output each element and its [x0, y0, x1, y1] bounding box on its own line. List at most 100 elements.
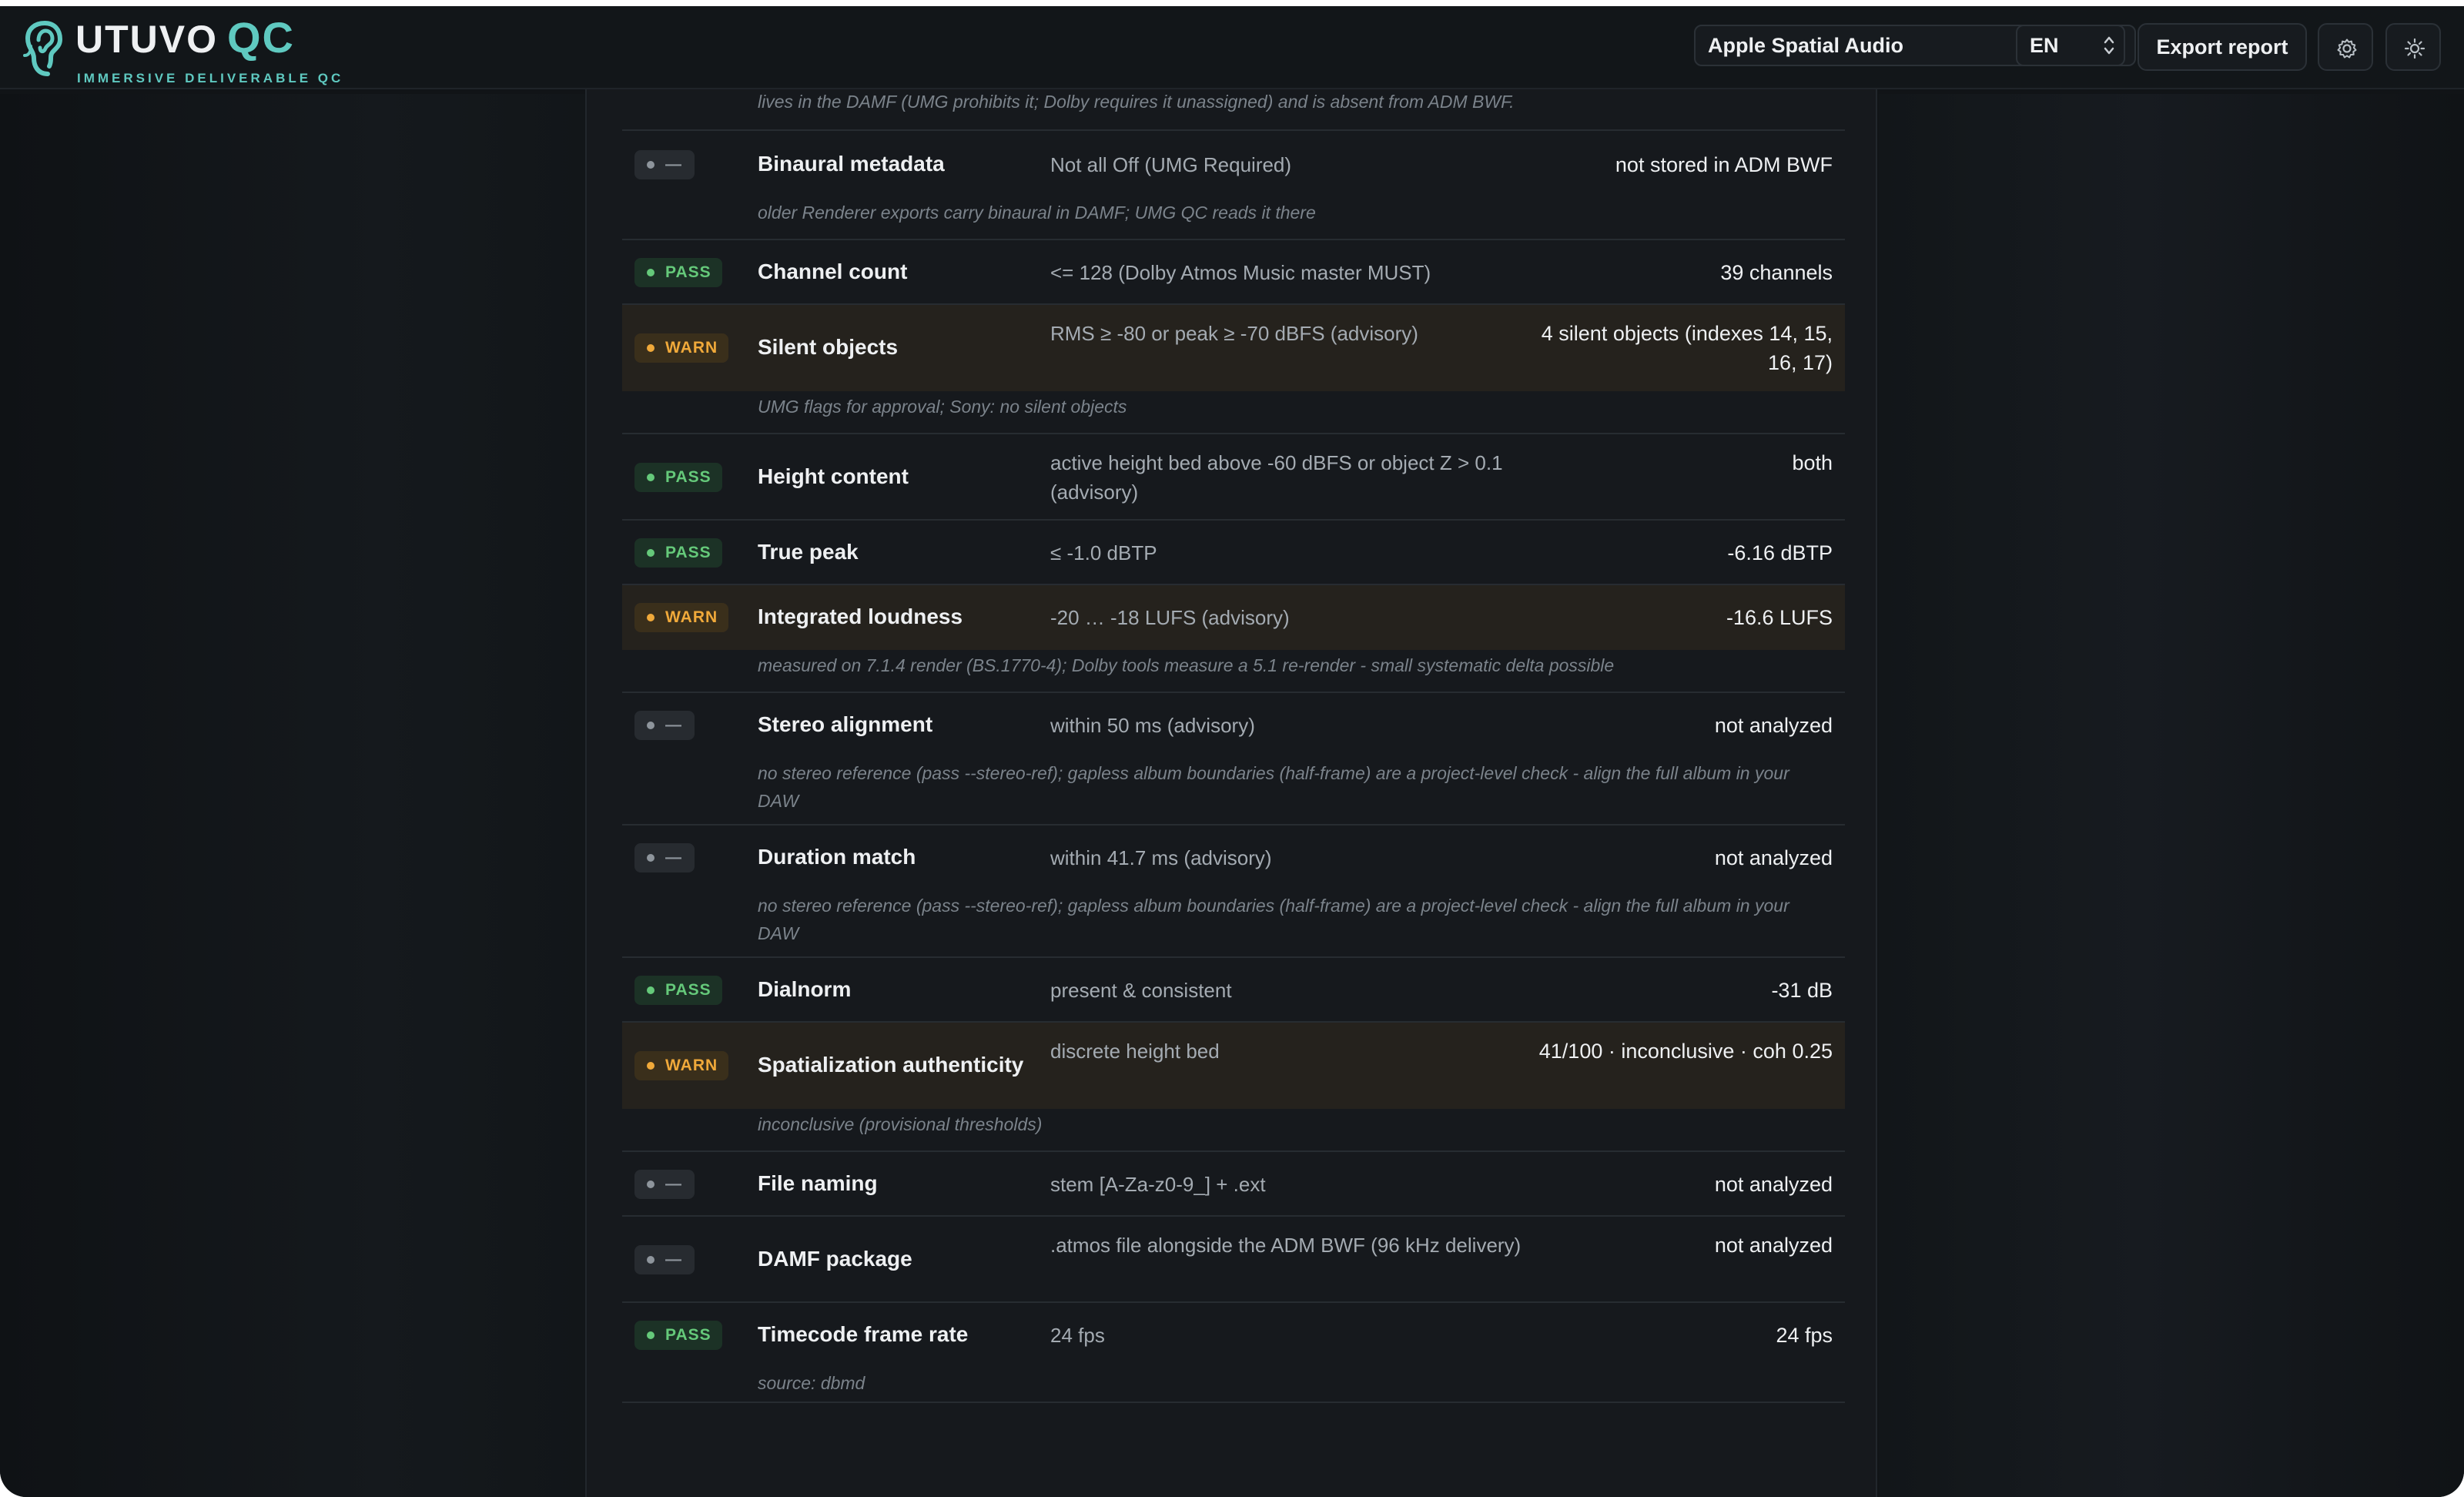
check-requirement: -20 … -18 LUFS (advisory) [1050, 606, 1290, 629]
left-backdrop [0, 94, 585, 1497]
status-label: — [665, 849, 682, 866]
status-badge: WARN [634, 603, 729, 632]
check-note: no stereo reference (pass --stereo-ref);… [758, 896, 1789, 943]
status-badge: PASS [634, 463, 722, 492]
note-row: measured on 7.1.4 render (BS.1770-4); Do… [622, 650, 1845, 693]
check-result: 4 silent objects (indexes 14, 15, 16, 17… [1541, 322, 1833, 374]
app-tagline: IMMERSIVE DELIVERABLE QC [77, 71, 344, 85]
check-name: True peak [758, 540, 859, 564]
status-badge: WARN [634, 333, 729, 363]
note-row: inconclusive (provisional thresholds) [622, 1109, 1845, 1152]
ear-logo-icon [23, 20, 63, 76]
status-label: PASS [665, 263, 711, 281]
check-row[interactable]: PASS Channel count <= 128 (Dolby Atmos Mus… [622, 240, 1845, 305]
check-result: not analyzed [1714, 1173, 1833, 1196]
check-name: Spatialization authenticity [758, 1053, 1024, 1077]
check-name: Timecode frame rate [758, 1322, 969, 1346]
status-label: — [665, 1251, 682, 1268]
check-row[interactable]: — File naming stem [A-Za-z0-9_] + .ext not … [622, 1152, 1845, 1217]
check-note: UMG flags for approval; Sony: no silent … [758, 397, 1127, 417]
status-dot-icon [647, 614, 654, 621]
status-badge: WARN [634, 1051, 729, 1080]
check-requirement: present & consistent [1050, 979, 1232, 1002]
status-dot-icon [647, 161, 654, 169]
status-dot-icon [647, 269, 654, 276]
gear-icon [2337, 39, 2357, 59]
check-result: not stored in ADM BWF [1615, 153, 1833, 176]
logo-word: UTUVO [75, 18, 218, 61]
app-window: audioProgramme starts at a non-zero time… [0, 6, 2464, 1497]
status-badge: PASS [634, 538, 722, 568]
check-requirement: <= 128 (Dolby Atmos Music master MUST) [1050, 261, 1431, 284]
status-badge: PASS [634, 976, 722, 1005]
check-requirement: active height bed above -60 dBFS or obje… [1050, 451, 1503, 504]
check-row[interactable]: PASS Height content active height bed abov… [622, 434, 1845, 521]
check-note: older Renderer exports carry binaural in… [758, 203, 1316, 223]
check-row[interactable]: — Binaural metadata Not all Off (UMG Requi… [622, 132, 1845, 197]
check-requirement: within 50 ms (advisory) [1050, 714, 1255, 737]
note-row: older Renderer exports carry binaural in… [622, 197, 1845, 240]
export-report-button[interactable]: Export report [2138, 23, 2307, 71]
status-badge: — [634, 1245, 695, 1274]
check-name: Channel count [758, 260, 908, 283]
check-requirement: .atmos file alongside the ADM BWF (96 kH… [1050, 1234, 1522, 1257]
check-row[interactable]: — Duration match within 41.7 ms (advisory)… [622, 826, 1845, 890]
logo-qc: QC [227, 13, 295, 62]
check-name: Silent objects [758, 335, 899, 359]
check-row[interactable]: PASS True peak ≤ -1.0 dBTP -6.16 dBTP [622, 521, 1845, 585]
check-result: not analyzed [1714, 1234, 1833, 1257]
status-dot-icon [647, 1331, 654, 1339]
check-row[interactable]: PASS Timecode frame rate 24 fps 24 fps [622, 1303, 1845, 1368]
check-requirement: ≤ -1.0 dBTP [1050, 541, 1157, 564]
check-row[interactable]: — DAMF package .atmos file alongside the A… [622, 1217, 1845, 1303]
check-requirement: 24 fps [1050, 1324, 1105, 1347]
status-dot-icon [647, 1062, 654, 1070]
status-dot-icon [647, 854, 654, 862]
status-dot-icon [647, 1181, 654, 1188]
status-badge: — [634, 843, 695, 872]
check-row[interactable]: WARN Spatialization authenticity discrete … [622, 1023, 1845, 1109]
check-name: Binaural metadata [758, 152, 945, 176]
status-label: PASS [665, 981, 711, 999]
status-badge: PASS [634, 258, 722, 287]
check-name: Duration match [758, 845, 916, 869]
check-row[interactable]: WARN Silent objects RMS ≥ -80 or peak ≥ -7… [622, 305, 1845, 391]
check-note: no stereo reference (pass --stereo-ref);… [758, 763, 1789, 811]
check-name: Height content [758, 464, 909, 488]
note-row: source: dbmd [622, 1368, 1845, 1403]
status-label: WARN [665, 339, 718, 357]
check-row[interactable]: WARN Integrated loudness -20 … -18 LUFS (a… [622, 585, 1845, 650]
app-name: UTUVO QC [75, 13, 295, 62]
select-updown-icon [2104, 36, 2114, 55]
results-panel: audioProgramme starts at a non-zero time… [585, 6, 1877, 1497]
status-badge: — [634, 1170, 695, 1199]
app-logo[interactable]: UTUVO QC IMMERSIVE DELIVERABLE QC [22, 13, 345, 85]
check-requirement: RMS ≥ -80 or peak ≥ -70 dBFS (advisory) [1050, 322, 1418, 345]
status-label: PASS [665, 1326, 711, 1344]
check-result: 24 fps [1776, 1324, 1833, 1347]
check-result: -6.16 dBTP [1727, 541, 1833, 564]
check-note: measured on 7.1.4 render (BS.1770-4); Do… [758, 655, 1615, 675]
status-label: — [665, 1175, 682, 1193]
status-dot-icon [647, 474, 654, 481]
status-badge: — [634, 150, 695, 179]
status-label: PASS [665, 468, 711, 486]
top-bar: UTUVO QC IMMERSIVE DELIVERABLE QC Apple S… [0, 6, 2464, 89]
check-note: inconclusive (provisional thresholds) [758, 1114, 1043, 1134]
check-result: both [1792, 451, 1833, 474]
settings-button[interactable] [2318, 23, 2373, 71]
right-backdrop [1879, 94, 2464, 1497]
check-result: not analyzed [1714, 846, 1833, 869]
theme-toggle-button[interactable] [2385, 23, 2441, 71]
check-row[interactable]: — Stereo alignment within 50 ms (advisory)… [622, 693, 1845, 758]
sun-icon [2404, 38, 2426, 59]
check-name: DAMF package [758, 1247, 912, 1271]
check-result: 39 channels [1720, 261, 1833, 284]
check-requirement: within 41.7 ms (advisory) [1050, 846, 1272, 869]
note-row: UMG flags for approval; Sony: no silent … [622, 391, 1845, 434]
language-select[interactable]: EN [2016, 25, 2125, 66]
delivery-target-value: Apple Spatial Audio [1708, 34, 1904, 57]
check-row[interactable]: PASS Dialnorm present & consistent -31 dB [622, 958, 1845, 1023]
check-result: 41/100 · inconclusive · coh 0.25 [1538, 1040, 1833, 1063]
note-row: no stereo reference (pass --stereo-ref);… [622, 758, 1845, 826]
